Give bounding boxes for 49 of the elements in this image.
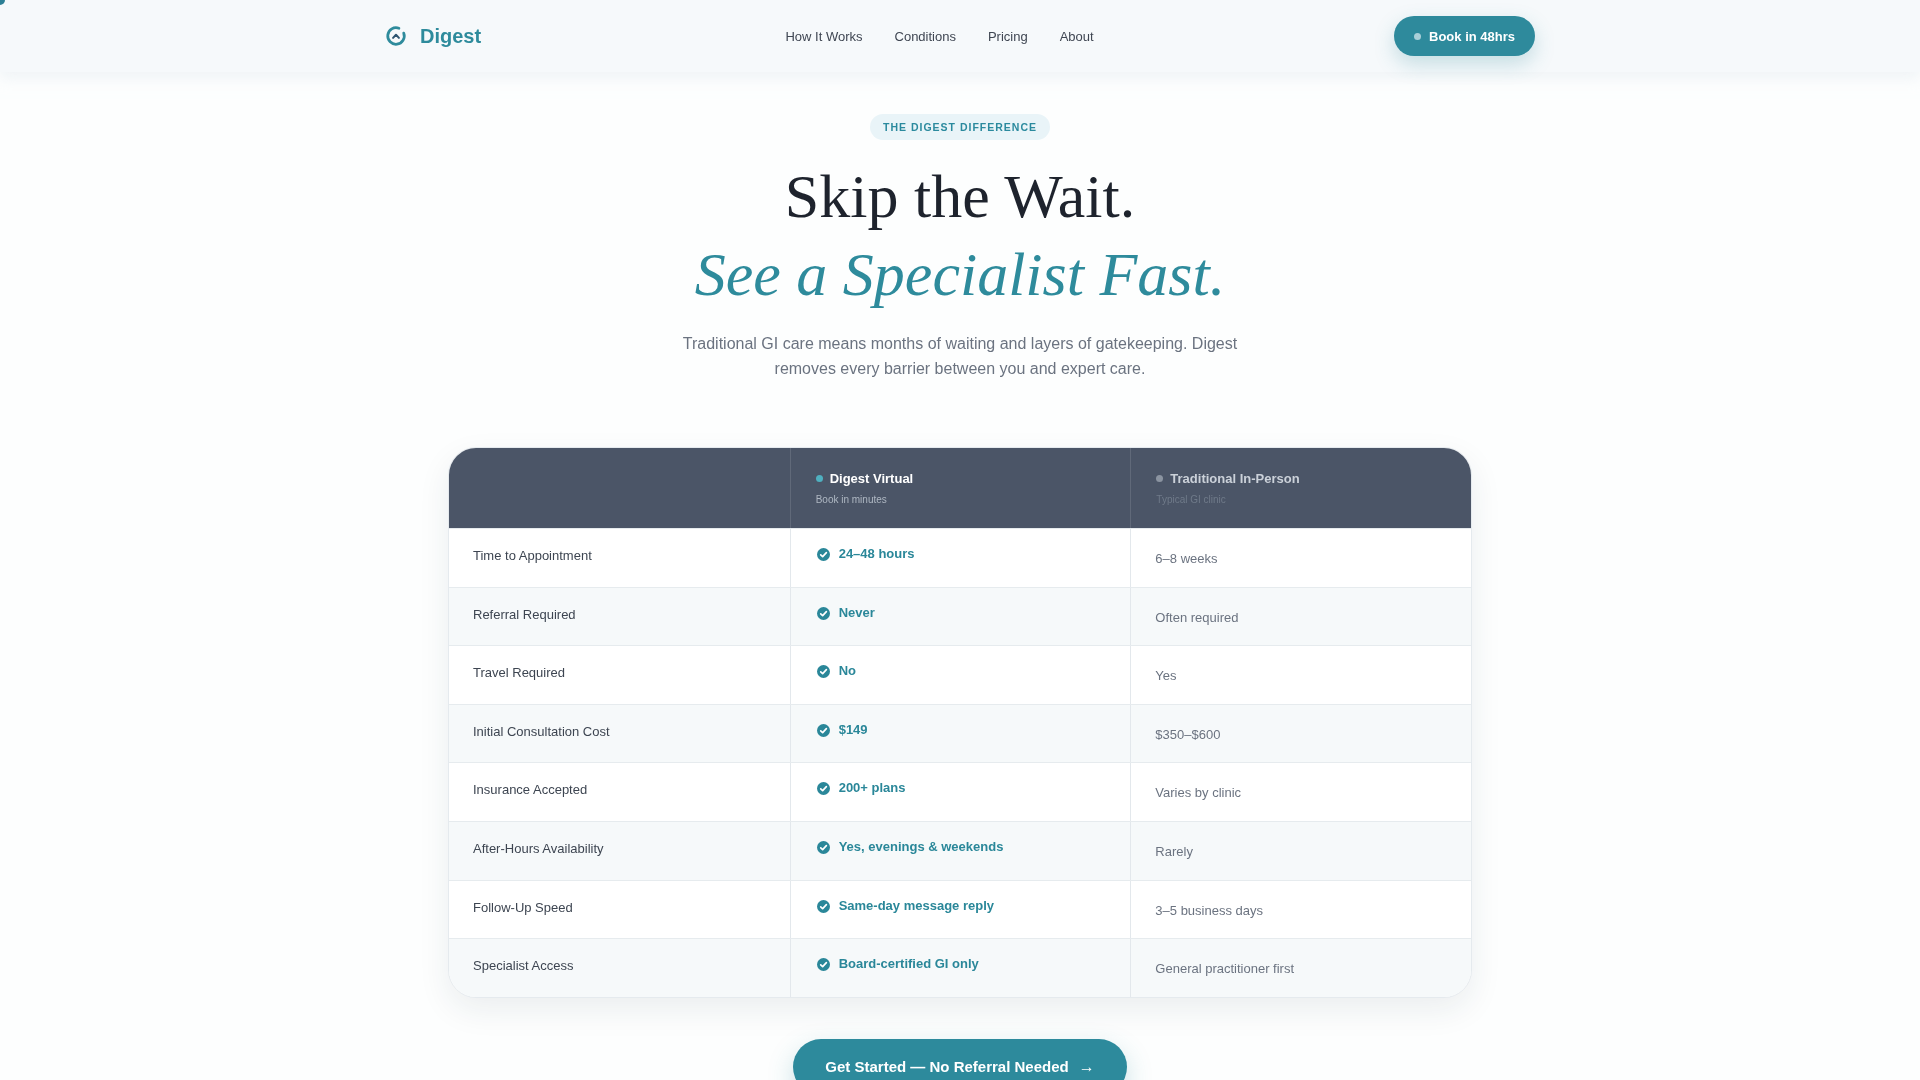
nav-link[interactable]: About: [1059, 28, 1094, 44]
section-badge: THE DIGEST DIFFERENCE: [870, 114, 1050, 140]
traditional-value: Yes: [1155, 668, 1177, 684]
digest-value: Yes, evenings & weekends: [838, 838, 1004, 855]
digest-value: Never: [838, 604, 875, 621]
digest-value: $149: [838, 721, 868, 738]
logo-link[interactable]: Digest: [385, 24, 482, 48]
feature-label: Initial Consultation Cost: [473, 723, 610, 739]
check-circle-icon: [816, 840, 830, 854]
digest-value: 200+ plans: [838, 780, 906, 797]
feature-label: Travel Required: [473, 665, 565, 681]
traditional-value: General practitioner first: [1155, 961, 1295, 977]
traditional-value: 6–8 weeks: [1155, 551, 1218, 566]
digest-value: 24–48 hours: [838, 546, 915, 562]
traditional-value: $350–$600: [1155, 726, 1221, 742]
column-title: Digest Virtual: [829, 470, 914, 487]
feature-label: Follow-Up Speed: [473, 899, 573, 915]
nav-link[interactable]: How It Works: [785, 28, 863, 44]
feature-label: Referral Required: [473, 606, 576, 622]
check-circle-icon: [816, 548, 830, 561]
digest-value: Board-certified GI only: [838, 956, 979, 973]
column-title: Traditional In-Person: [1170, 470, 1300, 487]
nav-link[interactable]: Pricing: [987, 28, 1028, 44]
get-started-button[interactable]: Get Started — No Referral Needed →: [793, 1038, 1127, 1080]
book-button[interactable]: Book in 48hrs: [1394, 16, 1535, 56]
check-circle-icon: [816, 899, 830, 913]
check-circle-icon: [816, 665, 830, 679]
traditional-value: Often required: [1155, 609, 1239, 625]
digest-value: No: [838, 663, 856, 680]
dot-icon: [1414, 32, 1421, 40]
hero-title: Skip the Wait.: [783, 161, 1137, 232]
check-circle-icon: [816, 723, 830, 737]
feature-label: Insurance Accepted: [473, 782, 588, 798]
check-circle-icon: [816, 782, 830, 796]
hero-title-accent: See a Specialist Fast.: [693, 239, 1227, 310]
traditional-value: 3–5 business days: [1155, 902, 1263, 918]
logo-icon: [385, 25, 407, 47]
arrow-icon: →: [1078, 1058, 1095, 1075]
column-subtitle: Book in minutes: [815, 492, 888, 506]
traditional-value: Rarely: [1155, 843, 1193, 859]
hero-subtitle: Traditional GI care means months of waiting and layers of gatekeeping. Digest removes every barrier between you and expert care.: [681, 334, 1239, 379]
feature-label: After-Hours Availability: [473, 840, 604, 856]
check-circle-icon: [816, 958, 830, 972]
nav-link[interactable]: Conditions: [894, 28, 956, 44]
traditional-value: Varies by clinic: [1155, 785, 1242, 801]
digest-value: Same-day message reply: [838, 897, 995, 914]
feature-label: Specialist Access: [473, 958, 574, 974]
feature-label: Time to Appointment: [473, 548, 592, 563]
check-circle-icon: [816, 606, 830, 620]
